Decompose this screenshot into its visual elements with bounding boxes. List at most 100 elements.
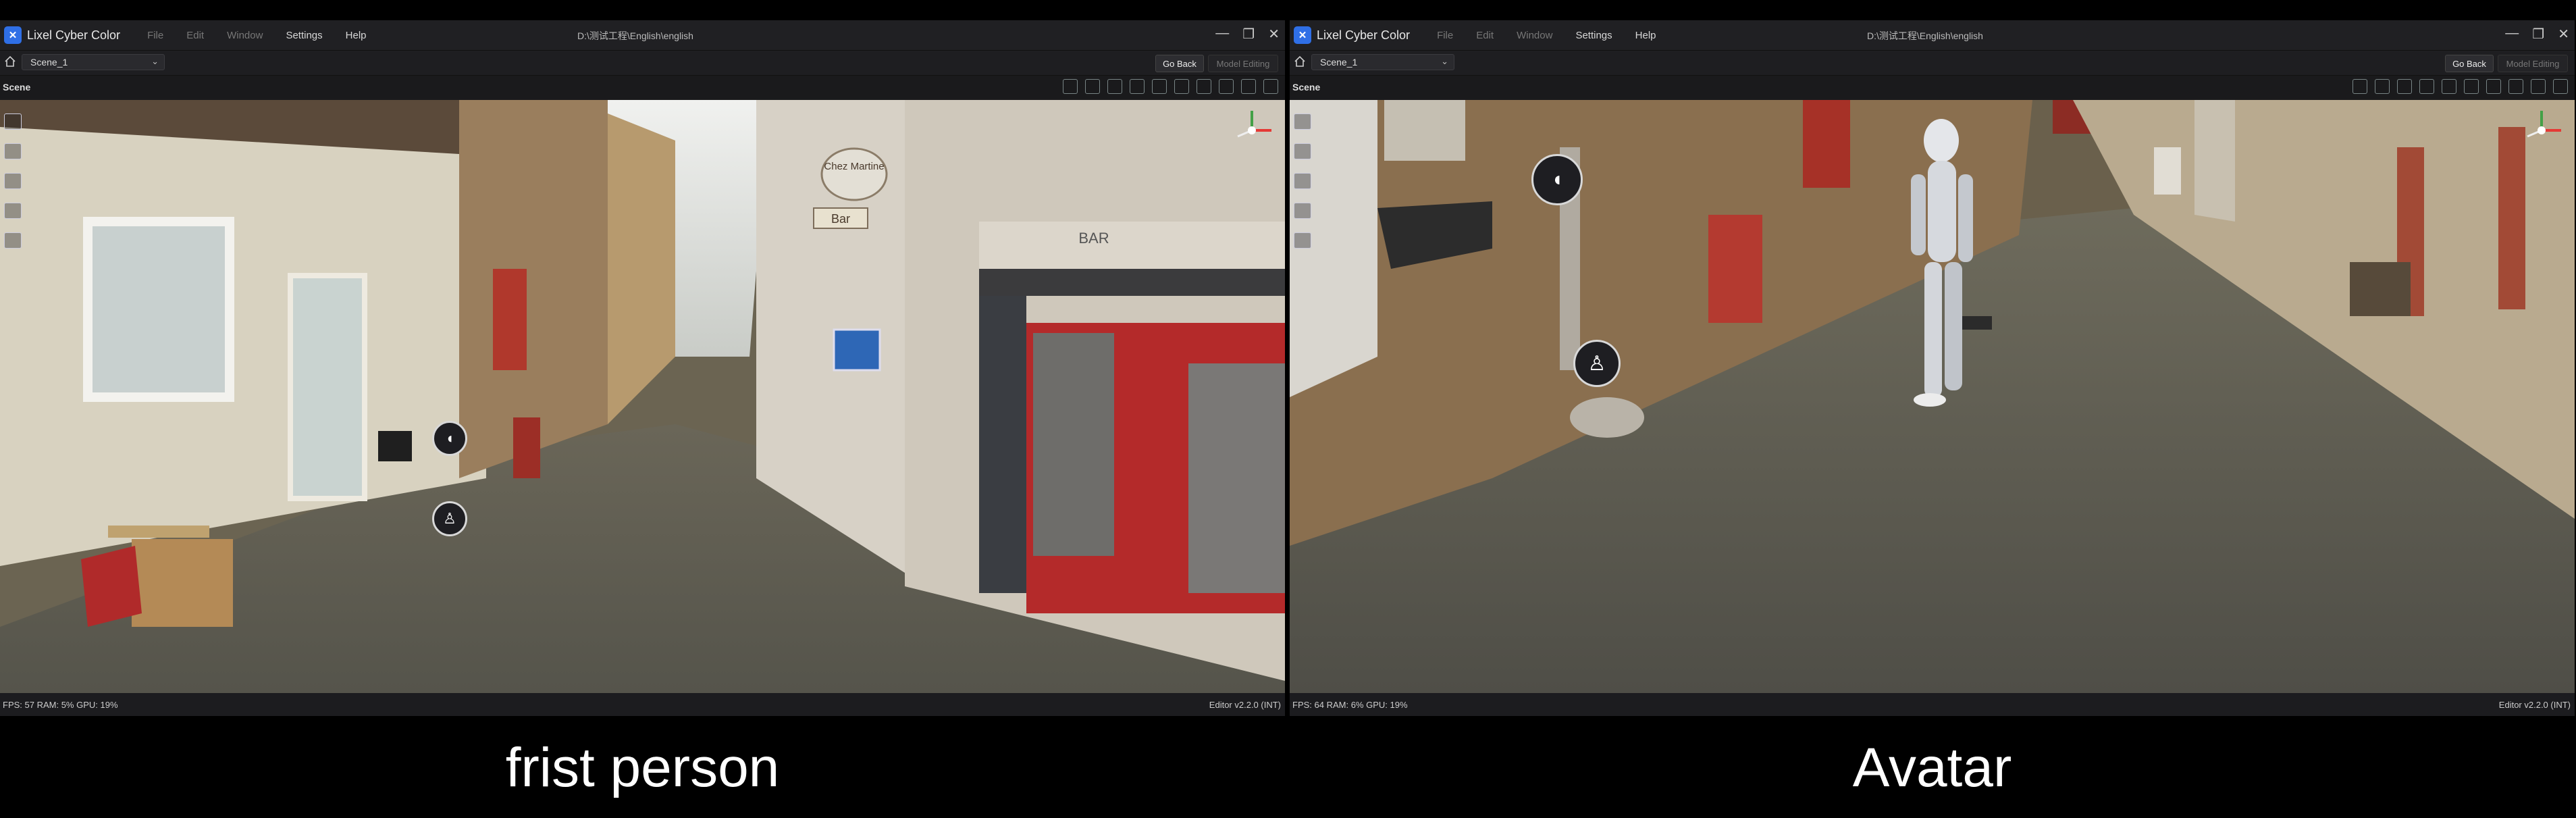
measure-icon[interactable] (1063, 79, 1078, 94)
close-icon[interactable]: ✕ (2558, 26, 2569, 43)
caption-avatar: Avatar (1852, 737, 2012, 798)
list-icon[interactable] (4, 113, 22, 130)
grid-icon[interactable] (1197, 79, 1211, 94)
scene-select[interactable]: Scene_1 ⌄ (22, 54, 165, 70)
shapes-icon[interactable] (1107, 79, 1122, 94)
orientation-gizmo[interactable] (1228, 107, 1276, 154)
menu-edit[interactable]: Edit (1476, 30, 1494, 41)
menu-file[interactable]: File (1437, 30, 1453, 41)
terrain-icon[interactable] (1130, 79, 1145, 94)
project-path: D:\测试工程\English\english (577, 30, 693, 41)
home-icon[interactable] (4, 55, 16, 68)
scene-toolbar: Scene_1 ⌄ Go Back Model Editing (1290, 50, 2575, 76)
avatar-toggle-button[interactable]: ♙ (432, 501, 467, 536)
cone-icon[interactable] (2553, 79, 2568, 94)
crop-icon[interactable] (2508, 79, 2523, 94)
model-editing-button[interactable]: Model Editing (2498, 55, 2568, 72)
view-tools (2352, 79, 2568, 94)
close-icon[interactable]: ✕ (1268, 26, 1280, 43)
layers-icon[interactable] (2375, 79, 2390, 94)
window-controls: — ❐ ✕ (2505, 26, 2569, 43)
status-bar: FPS: 64 RAM: 6% GPU: 19% Editor v2.2.0 (… (1290, 693, 2575, 716)
editor-window-first-person: ✕ Lixel Cyber Color File Edit Window Set… (0, 20, 1285, 716)
title-bar: ✕ Lixel Cyber Color File Edit Window Set… (0, 20, 1285, 50)
scene-select[interactable]: Scene_1 ⌄ (1311, 54, 1454, 70)
cone-icon[interactable] (1263, 79, 1278, 94)
person-icon: ♙ (1587, 352, 1606, 375)
scene-viewport[interactable]: Chez Martine Bar BAR ◖ ♙ (0, 100, 1285, 693)
menu-settings[interactable]: Settings (1575, 30, 1612, 41)
scene-header: Scene (0, 76, 1285, 99)
minimize-icon[interactable]: — (2505, 26, 2519, 43)
terrain-icon[interactable] (2419, 79, 2434, 94)
scene-header: Scene (1290, 76, 2575, 99)
menu-edit[interactable]: Edit (186, 30, 204, 41)
lixel-logo-icon: ✕ (1294, 26, 1311, 44)
performance-stats: FPS: 57 RAM: 5% GPU: 19% (3, 700, 118, 710)
megaphone-icon: ◖ (445, 430, 454, 446)
shop-sign: Chez Martine (824, 161, 884, 172)
project-path: D:\测试工程\English\english (1867, 30, 1983, 41)
pin-icon[interactable] (2442, 79, 2456, 94)
3d-view-icon[interactable] (1174, 79, 1189, 94)
minimize-icon[interactable]: — (1215, 26, 1229, 43)
menu-help[interactable]: Help (346, 30, 367, 41)
left-tool-column (4, 113, 22, 249)
grid-icon[interactable] (2486, 79, 2501, 94)
scene-label: Scene (3, 82, 31, 93)
awning-text: BAR (1078, 230, 1109, 247)
menu-settings[interactable]: Settings (286, 30, 322, 41)
shapes-icon[interactable] (2397, 79, 2412, 94)
pin-icon[interactable] (1152, 79, 1167, 94)
layers-icon[interactable] (1085, 79, 1100, 94)
window-controls: — ❐ ✕ (1215, 26, 1280, 43)
annotate-icon[interactable] (1241, 79, 1256, 94)
perspective-toggle-button[interactable]: ◖ (1531, 154, 1583, 205)
menu-window[interactable]: Window (227, 30, 263, 41)
document-icon[interactable] (1294, 232, 1311, 249)
menu-file[interactable]: File (147, 30, 163, 41)
go-back-button[interactable]: Go Back (1155, 55, 1204, 72)
street-scene-image (1290, 100, 2575, 693)
person-icon: ♙ (443, 510, 456, 527)
scene-viewport[interactable]: ◖ ♙ (1290, 100, 2575, 693)
restore-icon[interactable]: ❐ (1242, 26, 1255, 43)
megaphone-icon: ◖ (1550, 168, 1564, 190)
home-icon[interactable] (1294, 55, 1306, 68)
menu-bar: File Edit Window Settings Help (1437, 30, 1656, 41)
measure-icon[interactable] (2352, 79, 2367, 94)
left-tool-column (1294, 113, 1311, 249)
go-back-button[interactable]: Go Back (2445, 55, 2494, 72)
focus-icon[interactable] (1294, 143, 1311, 159)
scene-select-value: Scene_1 (30, 57, 68, 68)
perspective-toggle-button[interactable]: ◖ (432, 421, 467, 456)
chevron-down-icon: ⌄ (151, 56, 159, 66)
scene-select-value: Scene_1 (1320, 57, 1358, 68)
street-scene-image: Chez Martine Bar BAR (0, 100, 1285, 693)
restore-icon[interactable]: ❐ (2532, 26, 2544, 43)
model-editing-button[interactable]: Model Editing (1208, 55, 1278, 72)
menu-bar: File Edit Window Settings Help (147, 30, 366, 41)
menu-window[interactable]: Window (1517, 30, 1552, 41)
orientation-gizmo[interactable] (2518, 107, 2565, 154)
caption-first-person: frist person (505, 737, 780, 798)
lixel-logo-icon: ✕ (4, 26, 22, 44)
ruler-icon[interactable] (1294, 173, 1311, 189)
app-title: Lixel Cyber Color (1317, 28, 1411, 42)
3d-view-icon[interactable] (2464, 79, 2479, 94)
comment-icon[interactable] (4, 203, 22, 219)
avatar-toggle-button[interactable]: ♙ (1573, 340, 1621, 387)
editor-version: Editor v2.2.0 (INT) (1209, 700, 1281, 710)
crop-icon[interactable] (1219, 79, 1234, 94)
status-bar: FPS: 57 RAM: 5% GPU: 19% Editor v2.2.0 (… (0, 693, 1285, 716)
list-icon[interactable] (1294, 113, 1311, 130)
bar-sign: Bar (831, 212, 850, 226)
comment-icon[interactable] (1294, 203, 1311, 219)
focus-icon[interactable] (4, 143, 22, 159)
performance-stats: FPS: 64 RAM: 6% GPU: 19% (1292, 700, 1408, 710)
document-icon[interactable] (4, 232, 22, 249)
app-title: Lixel Cyber Color (27, 28, 121, 42)
menu-help[interactable]: Help (1635, 30, 1656, 41)
ruler-icon[interactable] (4, 173, 22, 189)
annotate-icon[interactable] (2531, 79, 2546, 94)
